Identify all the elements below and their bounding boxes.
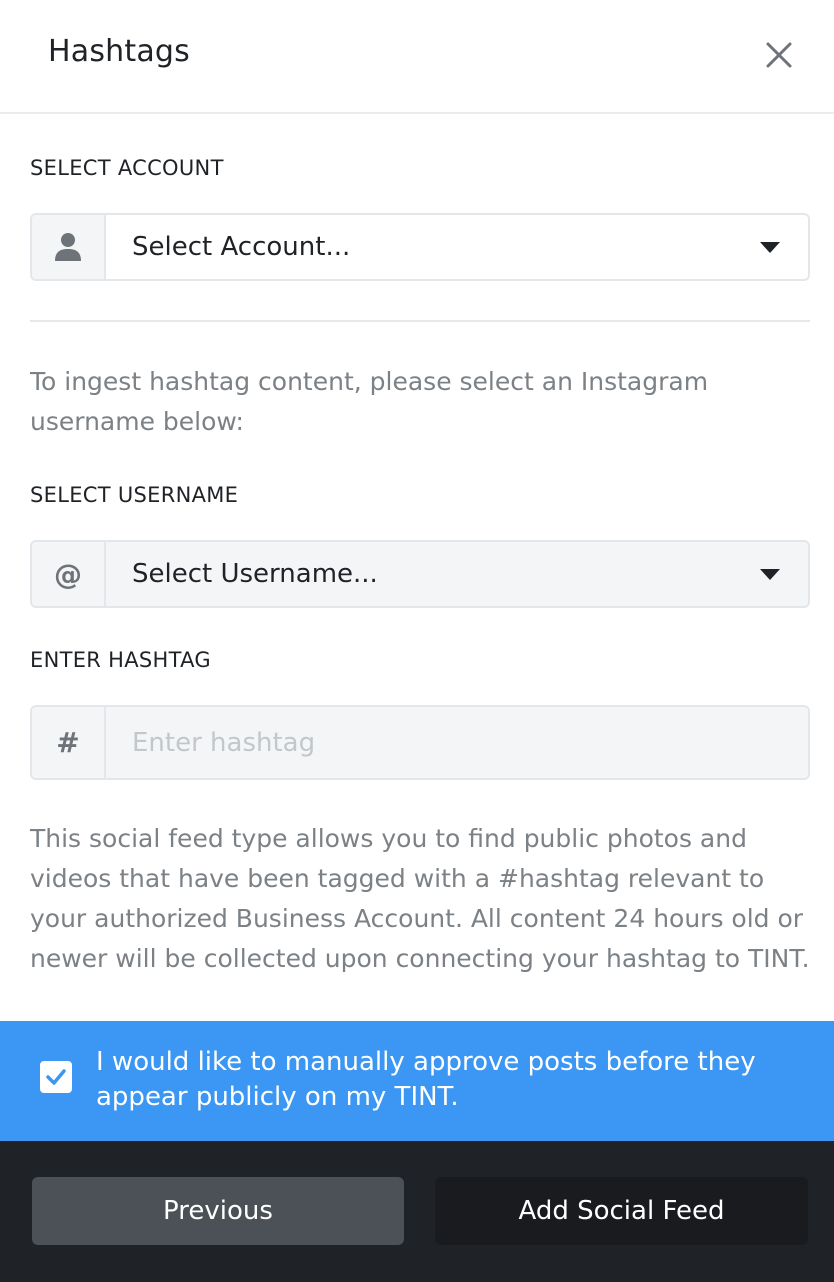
hashtag-field: #	[30, 705, 810, 780]
add-social-feed-button[interactable]: Add Social Feed	[435, 1177, 808, 1245]
approve-checkbox[interactable]	[40, 1061, 72, 1093]
close-icon	[766, 42, 792, 68]
close-button[interactable]	[760, 36, 798, 74]
account-select[interactable]: Select Account...	[30, 213, 810, 281]
approve-label: I would like to manually approve posts b…	[96, 1047, 756, 1112]
username-select-value: Select Username...	[132, 559, 378, 589]
hash-icon: #	[32, 707, 106, 778]
at-icon: @	[32, 542, 106, 606]
select-account-label: SELECT ACCOUNT	[30, 156, 224, 180]
description-text: This social feed type allows you to find…	[30, 824, 810, 973]
chevron-down-icon	[760, 569, 780, 580]
account-select-value: Select Account...	[132, 232, 351, 262]
instructions-text: To ingest hashtag content, please select…	[30, 367, 709, 436]
user-icon	[55, 233, 81, 261]
modal-header: Hashtags	[0, 0, 834, 114]
modal-footer: Previous Add Social Feed	[0, 1141, 834, 1282]
username-select[interactable]: @ Select Username...	[30, 540, 810, 608]
hashtag-input[interactable]	[106, 707, 808, 778]
account-addon	[32, 215, 106, 279]
enter-hashtag-label: ENTER HASHTAG	[30, 648, 211, 672]
select-username-label: SELECT USERNAME	[30, 483, 239, 507]
divider	[30, 320, 810, 322]
approve-posts-bar: I would like to manually approve posts b…	[0, 1021, 834, 1141]
previous-button[interactable]: Previous	[32, 1177, 404, 1245]
check-icon	[46, 1069, 66, 1085]
chevron-down-icon	[760, 242, 780, 253]
page-title: Hashtags	[48, 34, 191, 69]
